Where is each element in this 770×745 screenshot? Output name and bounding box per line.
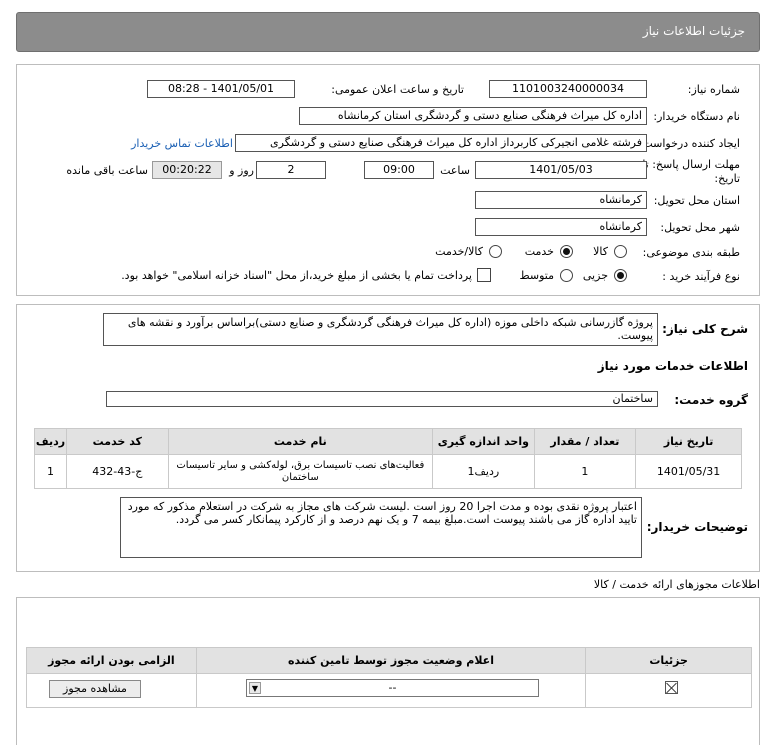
cell-quantity: 1 <box>533 454 637 489</box>
deadline-time-field: 09:00 <box>364 161 434 179</box>
category-option-goods: کالا <box>593 245 608 258</box>
service-group-label: گروه خدمت: <box>674 393 748 407</box>
services-section-title: اطلاعات خدمات مورد نیاز <box>597 359 748 373</box>
description-text: پروژه گازرسانی شبکه داخلی موزه (اداره کل… <box>103 313 658 346</box>
cell-row: 1 <box>33 454 68 489</box>
buyer-org-field: اداره کل میراث فرهنگی صنایع دستی و گردشگ… <box>299 107 647 125</box>
buyer-notes-text: اعتبار پروژه نقدی بوده و مدت اجرا 20 روز… <box>120 497 642 558</box>
buyer-notes-label: توضیحات خریدار: <box>646 520 748 534</box>
process-radio-medium[interactable] <box>560 269 573 282</box>
cell-service-code: ج-43-432 <box>66 454 169 489</box>
buyer-contact-link[interactable]: اطلاعات تماس خریدار <box>131 137 233 150</box>
permits-section-title: اطلاعات مجوزهای ارائه خدمت / کالا <box>593 578 760 591</box>
services-table: تاریخ نیاز تعداد / مقدار واحد اندازه گیر… <box>33 428 742 489</box>
col-service-code: کد خدمت <box>66 428 169 455</box>
cell-unit: ردیف1 <box>432 454 535 489</box>
chevron-down-icon[interactable]: ▼ <box>249 682 261 694</box>
process-option-medium: متوسط <box>519 269 554 282</box>
description-label: شرح کلی نیاز: <box>662 322 748 336</box>
days-label: روز و <box>229 164 254 177</box>
category-radio-goods[interactable] <box>614 245 627 258</box>
permits-table-header: جزئیات اعلام وضعیت مجوز توسط تامین کننده… <box>26 647 752 674</box>
need-details-panel <box>16 64 760 296</box>
process-label: نوع فرآیند خرید : <box>662 270 740 283</box>
page-header: جزئیات اطلاعات نیاز <box>16 12 760 52</box>
col-service-name: نام خدمت <box>167 428 434 455</box>
buyer-org-label: نام دستگاه خریدار: <box>653 110 740 123</box>
col-need-date: تاریخ نیاز <box>635 428 742 455</box>
services-table-header: تاریخ نیاز تعداد / مقدار واحد اندازه گیر… <box>33 428 742 455</box>
remaining-time-label: ساعت باقی مانده <box>66 164 148 177</box>
col-details: جزئیات <box>585 647 752 674</box>
permit-required-checkbox <box>665 681 678 694</box>
category-option-goods-service: کالا/خدمت <box>435 245 483 258</box>
treasury-payment-note: پرداخت تمام یا بخشی از مبلغ خرید،از محل … <box>121 269 472 282</box>
col-unit: واحد اندازه گیری <box>432 428 535 455</box>
col-row: ردیف <box>33 428 68 455</box>
category-option-service: خدمت <box>524 245 554 258</box>
need-number-label: شماره نیاز: <box>687 83 740 96</box>
permit-status-select[interactable]: -- ▼ <box>246 679 539 697</box>
service-group-field: ساختمان <box>106 391 658 407</box>
province-label: استان محل تحویل: <box>653 194 740 207</box>
col-quantity: تعداد / مقدار <box>533 428 637 455</box>
remaining-time-field: 00:20:22 <box>152 161 222 179</box>
deadline-label-2: تاریخ: <box>714 172 740 185</box>
cell-need-date: 1401/05/31 <box>635 454 742 489</box>
announce-label: تاریخ و ساعت اعلان عمومی: <box>331 83 464 96</box>
province-field: کرمانشاه <box>475 191 647 209</box>
category-radio-goods-service[interactable] <box>489 245 502 258</box>
process-option-minor: جزیی <box>582 269 608 282</box>
city-label: شهر محل تحویل: <box>660 221 740 234</box>
deadline-time-label: ساعت <box>440 164 470 177</box>
permit-status-value: -- <box>388 681 397 694</box>
announce-datetime-field: 1401/05/01 - 08:28 <box>147 80 295 98</box>
process-radio-minor[interactable] <box>614 269 627 282</box>
view-permit-button[interactable]: مشاهده مجوز <box>49 680 141 698</box>
permits-table: جزئیات اعلام وضعیت مجوز توسط تامین کننده… <box>26 647 752 708</box>
requester-label: ایجاد کننده درخواست: <box>638 137 740 150</box>
col-permit-status: اعلام وضعیت مجوز توسط تامین کننده <box>195 647 587 674</box>
category-radio-service[interactable] <box>560 245 573 258</box>
table-row: 1401/05/31 1 ردیف1 فعالیت‌های نصب تاسیسا… <box>33 454 742 489</box>
treasury-payment-checkbox[interactable] <box>477 268 491 282</box>
need-number-field: 1101003240000034 <box>489 80 647 98</box>
days-remaining-field: 2 <box>256 161 326 179</box>
category-label: طبقه بندی موضوعی: <box>642 246 740 259</box>
deadline-label-1: مهلت ارسال پاسخ: تا <box>642 158 740 171</box>
cell-service-name: فعالیت‌های نصب تاسیسات برق، لوله‌کشی و س… <box>167 454 434 489</box>
requester-field: فرشته غلامی انجیرکی کاربرداز اداره کل می… <box>235 134 647 152</box>
col-permit-required: الزامی بودن ارائه مجوز <box>26 647 197 674</box>
page-title: جزئیات اطلاعات نیاز <box>642 24 745 38</box>
city-field: کرمانشاه <box>475 218 647 236</box>
deadline-date-field: 1401/05/03 <box>475 161 647 179</box>
